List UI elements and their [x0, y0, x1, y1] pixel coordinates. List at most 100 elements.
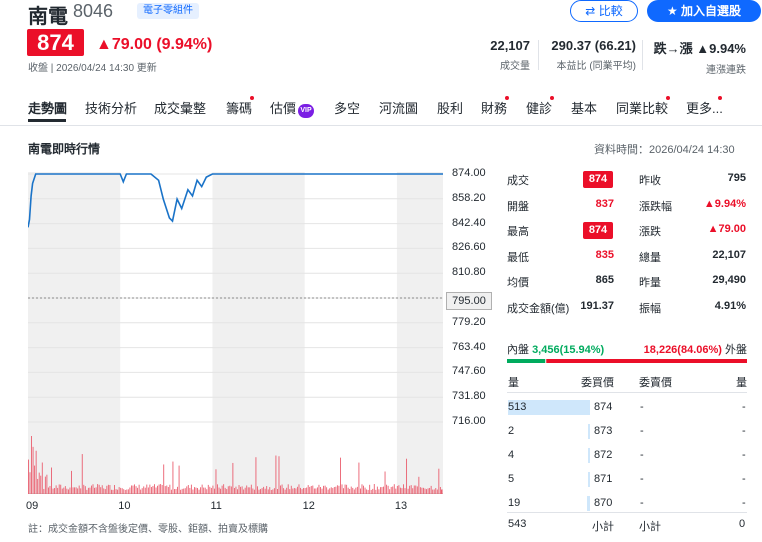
- volume-bar: [273, 488, 275, 494]
- volume-bar: [80, 488, 82, 494]
- volume-bar: [111, 489, 112, 494]
- inner-label: 內盤: [507, 344, 529, 356]
- volume-bar: [315, 488, 317, 494]
- volume-bar: [306, 487, 308, 494]
- volume-bar: [413, 485, 415, 494]
- volume-bar: [406, 458, 408, 494]
- volume-bar: [372, 488, 374, 494]
- tab-valuation[interactable]: 估價 VIP: [270, 98, 315, 118]
- volume-bar: [327, 489, 329, 494]
- volume-bar: [381, 487, 383, 494]
- volume-bar: [426, 489, 427, 494]
- volume-bar: [363, 485, 364, 494]
- x-tick-label: 11: [210, 500, 222, 512]
- volume-bar: [436, 489, 438, 494]
- volume-bar: [241, 486, 243, 494]
- volume-bar: [318, 484, 320, 494]
- outer-value: 18,226(84.06%): [643, 344, 722, 356]
- volume-bar: [432, 489, 434, 494]
- volume-bar: [303, 488, 305, 494]
- volume-bar: [293, 488, 295, 494]
- tab-label: 健診: [526, 101, 553, 116]
- volume-bar: [138, 484, 140, 494]
- volume-bar: [137, 487, 139, 494]
- tab-dividend[interactable]: 股利: [437, 98, 463, 117]
- tab-basic[interactable]: 基本: [571, 98, 597, 117]
- x-tick-label: 13: [394, 500, 408, 512]
- divider: [507, 392, 747, 393]
- volume-bar: [166, 485, 168, 494]
- volume-bar: [232, 462, 234, 494]
- tab-more[interactable]: 更多...: [686, 96, 723, 117]
- volume-bar: [360, 488, 361, 494]
- volume-bar: [174, 489, 175, 494]
- quote-label: 昨收: [639, 175, 661, 187]
- ellipsis-icon: ...: [712, 101, 723, 116]
- volume-bar: [335, 486, 337, 494]
- volume-bar: [150, 487, 152, 494]
- volume-bar: [257, 486, 258, 494]
- volume-bar: [341, 484, 343, 494]
- tab-longshort[interactable]: 多空: [334, 98, 360, 117]
- x-tick-label: 10: [118, 500, 131, 512]
- quote-value-highlight: 874: [583, 171, 613, 188]
- tab-technical[interactable]: 技術分析: [85, 98, 137, 117]
- stat-volume: 22,107 成交量: [468, 38, 530, 72]
- intraday-chart[interactable]: [28, 172, 443, 494]
- quote-label: 振幅: [639, 302, 661, 315]
- volume-bar: [270, 489, 272, 494]
- data-time: 資料時間：2026/04/24 14:30: [594, 144, 735, 156]
- shaded-band: [28, 172, 121, 494]
- volume-bar: [47, 487, 49, 494]
- add-watchlist-button[interactable]: ★ 加入自選股: [647, 0, 761, 22]
- volume-bar: [184, 488, 186, 494]
- volume-bar: [269, 487, 271, 494]
- tab-label: 籌碼: [226, 101, 253, 116]
- volume-bar: [264, 488, 266, 494]
- tab-peers[interactable]: 同業比較: [616, 96, 670, 117]
- volume-bar: [81, 454, 83, 494]
- volume-bar: [224, 487, 226, 494]
- stat-label: 本益比 (同業平均): [556, 61, 636, 72]
- volume-bar: [281, 484, 283, 494]
- volume-bar: [438, 468, 440, 494]
- industry-tag[interactable]: 電子零組件: [137, 3, 199, 19]
- compare-button[interactable]: ⇄ 比較: [570, 0, 638, 22]
- tab-health[interactable]: 健診: [526, 96, 554, 117]
- tab-trades[interactable]: 成交彙整: [154, 98, 206, 117]
- tab-river[interactable]: 河流圖: [379, 98, 418, 117]
- volume-bar: [55, 485, 57, 494]
- volume-bar: [84, 486, 86, 494]
- tab-label: 財務: [481, 101, 508, 116]
- close-time: 收盤 | 2026/04/24 14:30 更新: [28, 63, 157, 74]
- quote-label: 成交金額(億): [507, 302, 570, 315]
- volume-bar: [135, 486, 137, 494]
- volume-bar: [115, 489, 117, 494]
- volume-bar: [134, 484, 135, 494]
- volume-bar: [130, 485, 132, 494]
- tab-financial[interactable]: 財務: [481, 96, 509, 117]
- quote-label: 開盤: [507, 200, 529, 213]
- volume-bar: [419, 487, 421, 494]
- y-tick-label: 842.40: [452, 216, 486, 229]
- volume-bar: [140, 489, 142, 494]
- volume-bar: [41, 462, 43, 494]
- current-price: 874: [27, 29, 84, 56]
- volume-bar: [261, 488, 263, 494]
- volume-bar: [324, 485, 326, 494]
- tab-chips[interactable]: 籌碼: [226, 96, 254, 117]
- inner-bar: [507, 359, 546, 363]
- volume-bar: [383, 486, 384, 494]
- volume-bar: [410, 485, 412, 494]
- volume-bar: [384, 471, 386, 494]
- volume-bar: [217, 484, 218, 494]
- tab-chart[interactable]: 走勢圖: [28, 98, 67, 117]
- volume-bar: [121, 488, 123, 494]
- volume-bar: [399, 487, 401, 494]
- volume-bar: [260, 489, 261, 494]
- volume-bar: [421, 487, 423, 494]
- notification-dot: [550, 96, 554, 100]
- quote-label: 總量: [639, 251, 661, 264]
- quote-value: 22,107: [712, 248, 746, 261]
- volume-bar: [304, 488, 306, 494]
